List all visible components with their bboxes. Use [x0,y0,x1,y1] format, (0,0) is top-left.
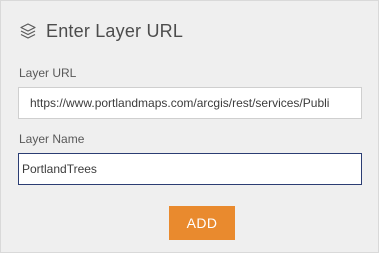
layers-icon [19,22,37,40]
layer-url-input[interactable] [18,87,362,119]
panel-title: Enter Layer URL [46,20,184,41]
add-layer-url-panel: Enter Layer URL Layer URL Layer Name ADD [0,0,379,253]
layer-url-label: Layer URL [19,66,77,80]
panel-header: Enter Layer URL [19,19,183,43]
layer-name-input[interactable] [18,153,362,185]
layer-name-label: Layer Name [19,132,85,146]
add-button[interactable]: ADD [169,206,235,240]
